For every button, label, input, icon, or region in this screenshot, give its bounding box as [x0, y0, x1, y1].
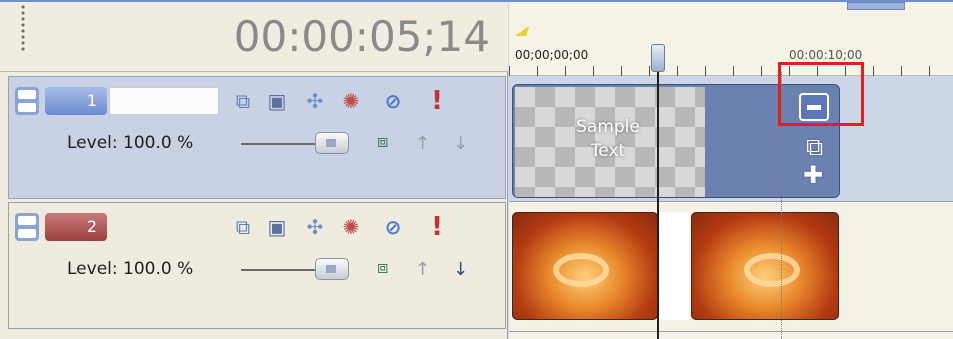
level-label: Level: 100.0 % [67, 133, 194, 153]
track-name-field[interactable] [109, 87, 219, 115]
track-number: 2 [45, 213, 107, 241]
make-compositing-parent-icon[interactable]: ↑ [415, 133, 430, 154]
time-ruler[interactable]: 00;00;00;00 00:00:10;00 [509, 2, 953, 76]
highlight-box [778, 62, 864, 126]
track-number: 1 [45, 87, 107, 115]
track-list-panel: 00:00:05;14 1 ⧉ ▣ ✣ ✺ ⊘ ! Level: 100.0 %… [0, 2, 508, 339]
clip-gap [659, 212, 689, 320]
collapse-track-icon[interactable] [15, 87, 39, 115]
compositing-icon[interactable]: ▣ [265, 215, 289, 239]
playhead-cursor[interactable] [657, 72, 659, 339]
make-compositing-child-icon[interactable]: ↓ [453, 133, 468, 154]
track-header-2[interactable]: 2 ⧉ ▣ ✣ ✺ ⊘ ! Level: 100.0 % ⧈ ↑ ↓ [8, 202, 506, 329]
ruler-label-end: 00:00:10;00 [789, 48, 863, 62]
mask-icon[interactable]: ⧉ [231, 215, 255, 239]
make-compositing-child-icon[interactable]: ↓ [453, 259, 468, 280]
mask-icon[interactable]: ⧉ [231, 89, 255, 113]
rings-thumbnail [553, 253, 609, 287]
video-clip[interactable]: ⧉ ✚ [691, 212, 839, 320]
mute-icon[interactable]: ⊘ [381, 215, 405, 239]
mute-icon[interactable]: ⊘ [381, 89, 405, 113]
collapse-track-icon[interactable] [15, 213, 39, 241]
clip-thumbnail-text: Sample [576, 117, 640, 137]
level-slider-thumb[interactable] [315, 132, 349, 154]
ruler-label-start: 00;00;00;00 [515, 48, 589, 62]
track-fx-icon[interactable]: ✺ [339, 89, 363, 113]
composite-mode-icon[interactable]: ⧈ [377, 131, 401, 153]
track-motion-icon[interactable]: ✣ [303, 89, 327, 113]
composite-mode-icon[interactable]: ⧈ [377, 257, 401, 279]
ruler-ticks [509, 66, 953, 76]
rings-thumbnail [744, 253, 800, 287]
cursor-timecode: 00:00:05;14 [233, 12, 490, 61]
timeline-area[interactable]: 00;00;00;00 00:00:10;00 Sample Text ⧉ ✚ [509, 2, 953, 339]
toolbar-button[interactable] [847, 2, 905, 10]
panel-grip-handle[interactable] [20, 4, 26, 52]
vegas-timeline-window: 00:00:05;14 1 ⧉ ▣ ✣ ✺ ⊘ ! Level: 100.0 %… [0, 0, 953, 339]
level-label: Level: 100.0 % [67, 259, 194, 279]
make-compositing-parent-icon[interactable]: ↑ [415, 259, 430, 280]
track-lane-1[interactable]: Sample Text ⧉ ✚ [509, 76, 953, 202]
time-display-header: 00:00:05;14 [0, 2, 508, 72]
pan-icon[interactable]: ✚ [803, 161, 823, 189]
solo-icon[interactable]: ! [425, 88, 449, 114]
crop-icon[interactable]: ⧉ [806, 133, 823, 161]
playhead-handle[interactable] [651, 44, 665, 72]
track-motion-icon[interactable]: ✣ [303, 215, 327, 239]
marker-flag-icon[interactable] [515, 26, 529, 36]
solo-icon[interactable]: ! [425, 214, 449, 240]
clip-thumbnail-text: Text [590, 141, 626, 161]
track-header-1[interactable]: 1 ⧉ ▣ ✣ ✺ ⊘ ! Level: 100.0 % ⧈ ↑ ↓ [8, 76, 506, 199]
text-clip-thumbnail: Sample Text [543, 115, 673, 163]
track-lane-2[interactable]: ⧉ ✚ [509, 202, 953, 332]
track-fx-icon[interactable]: ✺ [339, 215, 363, 239]
level-slider-thumb[interactable] [315, 258, 349, 280]
compositing-icon[interactable]: ▣ [265, 89, 289, 113]
video-clip[interactable] [512, 212, 658, 320]
